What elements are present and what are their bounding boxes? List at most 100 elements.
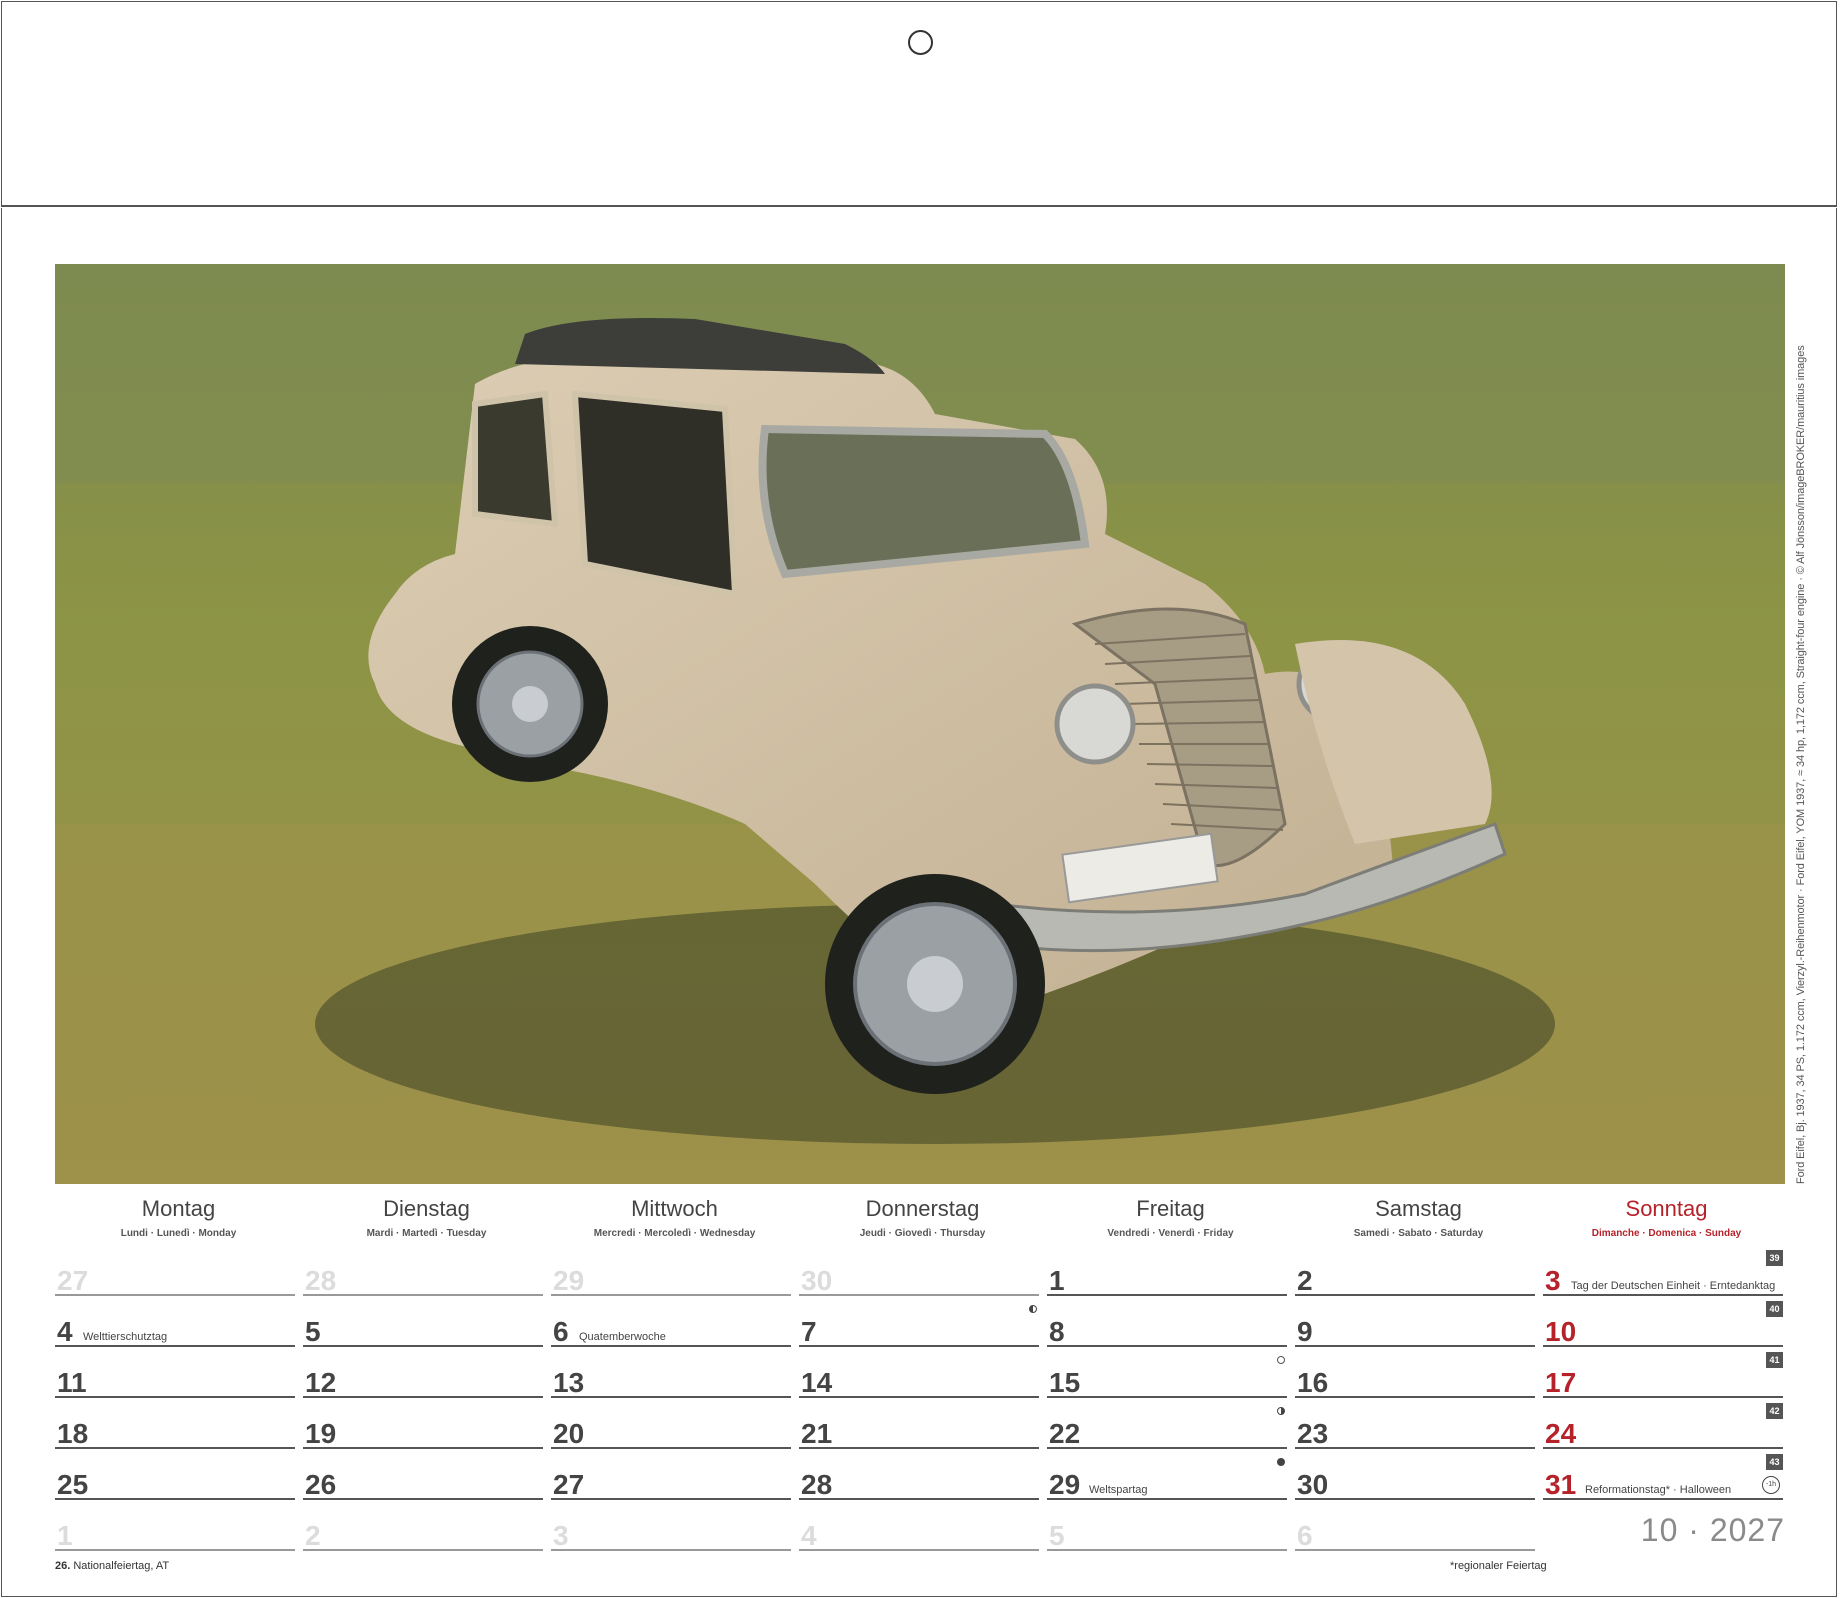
day-number: 3: [553, 1520, 569, 1551]
footer-holiday: Nationalfeiertag, AT: [70, 1560, 170, 1572]
day-cell: 5: [303, 1299, 543, 1347]
day-cell: 28: [303, 1248, 543, 1296]
weekday-name: Samstag: [1375, 1196, 1462, 1221]
holiday-note: Tag der Deutschen Einheit · Erntedanktag: [1571, 1280, 1776, 1292]
clock-change-icon: -1h: [1762, 1476, 1780, 1494]
weekday-translations: Mardi · Martedì · Tuesday: [366, 1228, 487, 1239]
day-cell: 21: [799, 1401, 1039, 1449]
day-number: 3: [1545, 1265, 1561, 1296]
day-cell: 31 Reformationstag* · Halloween 43 -1h: [1543, 1452, 1783, 1500]
moon-phase-icon: [1277, 1356, 1285, 1364]
day-number: 24: [1545, 1418, 1577, 1449]
day-number: 29: [553, 1265, 585, 1296]
day-cell: 11: [55, 1350, 295, 1398]
weekday-name: Dienstag: [383, 1196, 470, 1221]
day-number: 5: [305, 1316, 321, 1347]
weekday-translations: Lundi · Lunedì · Monday: [120, 1228, 237, 1239]
weekday-name: Freitag: [1136, 1196, 1205, 1221]
weekday-name: Montag: [141, 1196, 216, 1221]
day-cell: 30: [1295, 1452, 1535, 1500]
day-number: 22: [1049, 1418, 1081, 1449]
weekday-header-6: Samstag Samedi · Sabato · Saturday: [1295, 1196, 1542, 1239]
weekday-translations: Dimanche · Domenica · Sunday: [1591, 1228, 1742, 1239]
day-number: 2: [1297, 1265, 1313, 1296]
day-cell: 9: [1295, 1299, 1535, 1347]
day-number: 14: [801, 1367, 833, 1398]
day-number: 15: [1049, 1367, 1081, 1398]
weekday-translations: Vendredi · Venerdì · Friday: [1107, 1228, 1234, 1239]
day-cell: 23: [1295, 1401, 1535, 1449]
day-cell: 18: [55, 1401, 295, 1449]
day-number: 7: [801, 1316, 817, 1347]
weekday-name: Donnerstag: [865, 1196, 980, 1221]
hanging-hole: [908, 30, 933, 55]
day-cell: 28: [799, 1452, 1039, 1500]
weekday-translations: Jeudi · Giovedì · Thursday: [859, 1228, 986, 1239]
day-number: 30: [1297, 1469, 1329, 1500]
day-cell: 20: [551, 1401, 791, 1449]
weekday-header-row: Montag Lundi · Lunedì · Monday Dienstag Mar…: [55, 1196, 1785, 1248]
day-cell: 29 Weltspartag: [1047, 1452, 1287, 1500]
day-number: 10: [1545, 1316, 1577, 1347]
weekday-name: Mittwoch: [631, 1196, 718, 1221]
day-number: 30: [801, 1265, 833, 1296]
day-number: 2: [305, 1520, 321, 1551]
day-cell: 1: [55, 1503, 295, 1551]
day-cell: 8: [1047, 1299, 1287, 1347]
holiday-note: Quatemberwoche: [579, 1331, 666, 1343]
week-number-badge: 40: [1766, 1301, 1783, 1317]
week-number-badge: 41: [1766, 1352, 1783, 1368]
footer-date: 26.: [55, 1560, 71, 1572]
day-cell: 16: [1295, 1350, 1535, 1398]
week-number-badge: 42: [1766, 1403, 1783, 1419]
moon-phase-icon: [1277, 1407, 1285, 1415]
day-cell: 7: [799, 1299, 1039, 1347]
day-number: 11: [57, 1367, 87, 1398]
weekday-header-1: Montag Lundi · Lunedì · Monday: [55, 1196, 302, 1239]
week-number-badge: 43: [1766, 1454, 1783, 1470]
day-number: 29: [1049, 1469, 1081, 1500]
day-cell: 12: [303, 1350, 543, 1398]
day-number: 28: [801, 1469, 833, 1500]
day-cell: 1: [1047, 1248, 1287, 1296]
day-number: 5: [1049, 1520, 1065, 1551]
week-number-badge: 39: [1766, 1250, 1783, 1266]
day-cell: 14: [799, 1350, 1039, 1398]
day-number: 1: [57, 1520, 73, 1551]
day-number: 27: [57, 1265, 89, 1296]
day-number: 19: [305, 1418, 337, 1449]
weekday-header-7: Sonntag Dimanche · Domenica · Sunday: [1543, 1196, 1790, 1239]
day-number: 13: [553, 1367, 585, 1398]
day-number: 6: [1297, 1520, 1313, 1551]
holiday-note: Weltspartag: [1089, 1484, 1148, 1496]
moon-phase-icon: [1277, 1458, 1285, 1466]
day-number: 23: [1297, 1418, 1329, 1449]
day-number: 16: [1297, 1367, 1329, 1398]
day-number: 17: [1545, 1367, 1577, 1398]
day-number: 26: [305, 1469, 337, 1500]
day-number: 18: [57, 1418, 89, 1449]
day-cell: 27: [551, 1452, 791, 1500]
day-cell: 15: [1047, 1350, 1287, 1398]
month-year-label: 10 · 2027: [1640, 1512, 1785, 1548]
day-cell: 3: [551, 1503, 791, 1551]
day-cell: 22: [1047, 1401, 1287, 1449]
day-cell: 19: [303, 1401, 543, 1449]
day-cell: 10 40: [1543, 1299, 1783, 1347]
weekday-name: Sonntag: [1625, 1196, 1708, 1221]
day-number: 28: [305, 1265, 337, 1296]
holiday-note: Reformationstag* · Halloween: [1585, 1484, 1732, 1496]
day-cell: 4 Welttierschutztag: [55, 1299, 295, 1347]
holiday-note: Welttierschutztag: [83, 1331, 168, 1343]
day-number: 4: [801, 1520, 817, 1551]
day-cell: 30: [799, 1248, 1039, 1296]
day-number: 25: [57, 1469, 89, 1500]
day-cell: 2: [303, 1503, 543, 1551]
day-number: 21: [801, 1418, 833, 1449]
weekday-header-3: Mittwoch Mercredi · Mercoledì · Wednesday: [551, 1196, 798, 1239]
day-cell: 27: [55, 1248, 295, 1296]
day-cell: 4: [799, 1503, 1039, 1551]
day-number: 1: [1049, 1265, 1065, 1296]
day-number: 6: [553, 1316, 569, 1347]
day-cell: 2: [1295, 1248, 1535, 1296]
